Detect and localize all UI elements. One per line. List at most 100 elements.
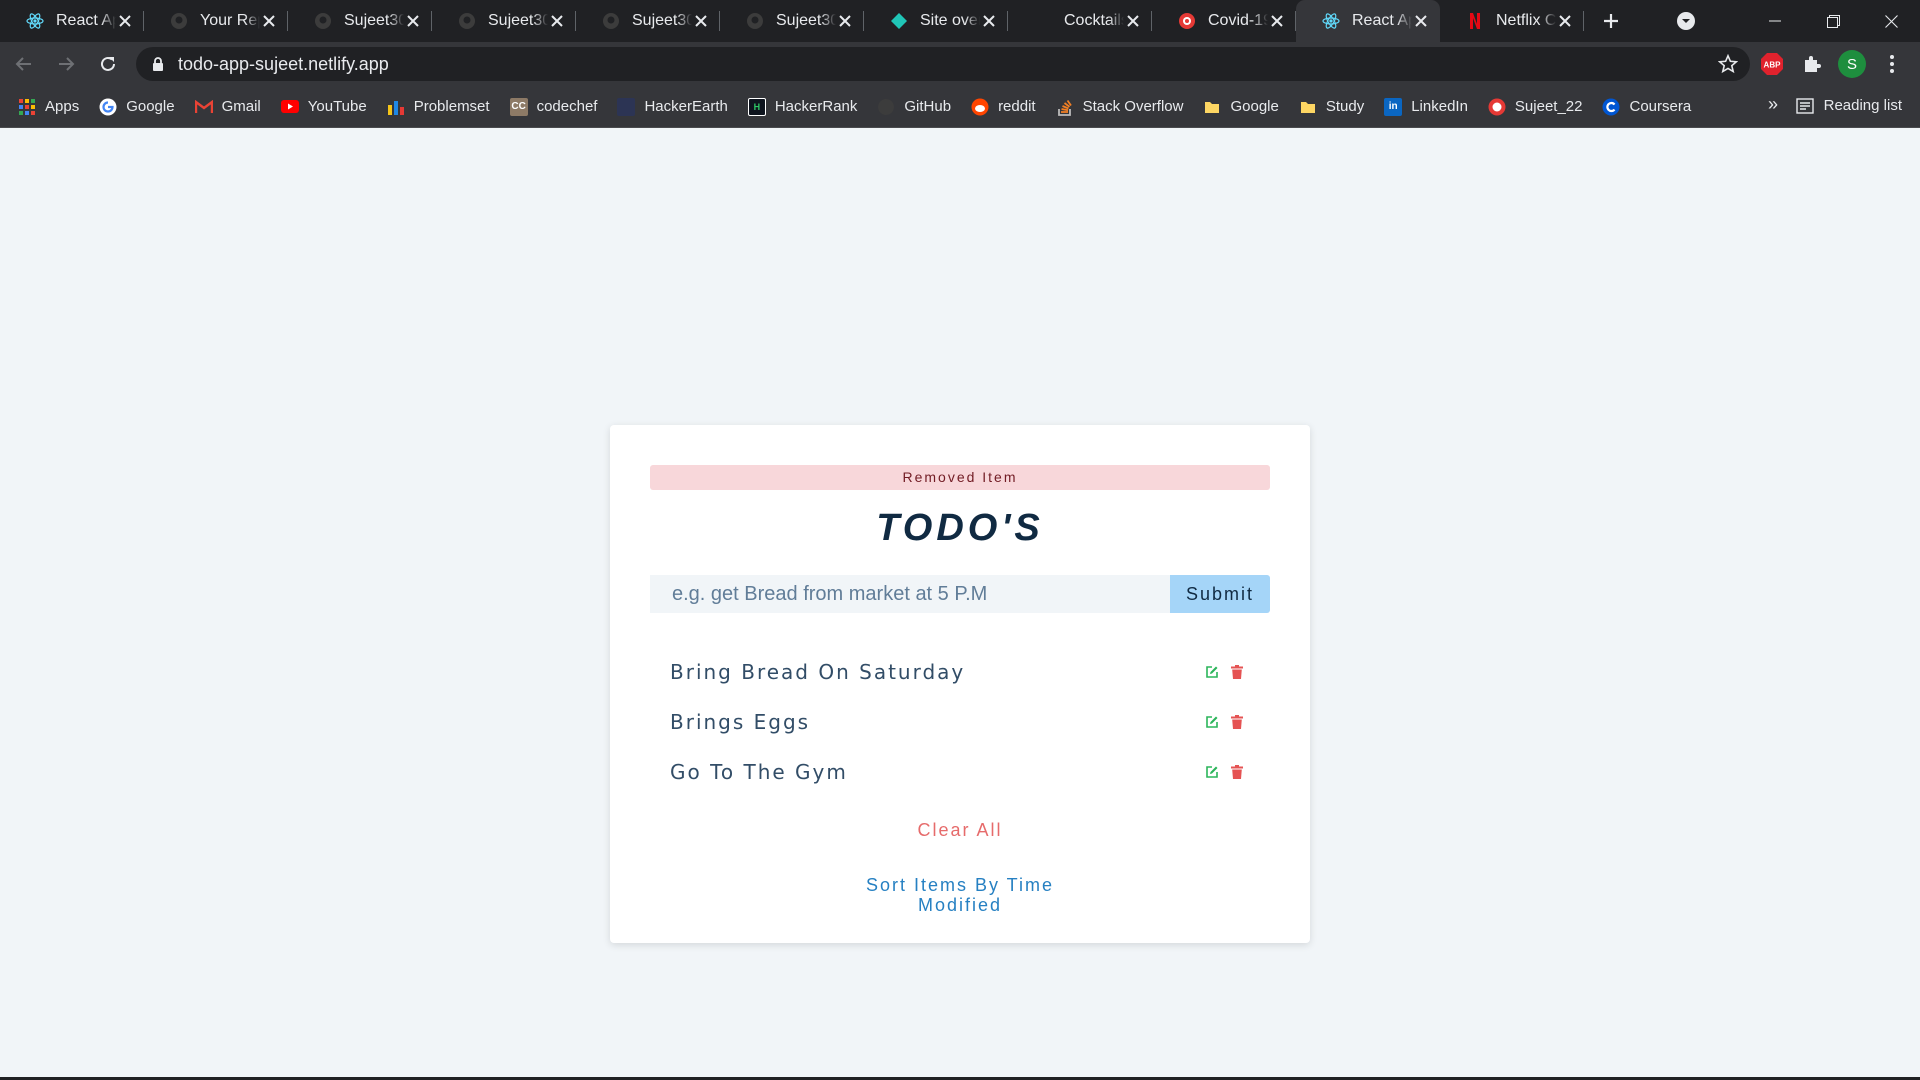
close-tab-icon[interactable] — [1412, 12, 1430, 30]
bookmarks-overflow-button[interactable]: » — [1768, 94, 1778, 115]
delete-trash-icon[interactable] — [1229, 764, 1245, 780]
todo-input[interactable] — [650, 575, 1170, 613]
close-tab-icon[interactable] — [116, 12, 134, 30]
close-tab-icon[interactable] — [1556, 12, 1574, 30]
reload-icon — [101, 56, 115, 71]
netlify-icon — [890, 12, 908, 30]
tab-sujeet-3[interactable]: Sujeet3091 — [576, 0, 720, 42]
netflix-icon — [1466, 12, 1484, 30]
close-icon — [1884, 14, 1898, 28]
todo-item-actions — [1195, 764, 1245, 780]
bookmark-gmail[interactable]: Gmail — [194, 98, 261, 116]
bookmark-hackerrank[interactable]: H HackerRank — [747, 97, 858, 116]
edit-icon[interactable] — [1204, 664, 1220, 680]
profile-avatar[interactable]: S — [1838, 50, 1866, 78]
close-tab-icon[interactable] — [404, 12, 422, 30]
restore-button[interactable] — [1804, 0, 1862, 42]
edit-icon[interactable] — [1204, 764, 1220, 780]
bookmark-codechef[interactable]: CC codechef — [509, 97, 598, 116]
react-icon — [26, 12, 44, 30]
close-tab-icon[interactable] — [692, 12, 710, 30]
reload-button[interactable] — [90, 46, 126, 82]
lock-icon[interactable] — [152, 56, 164, 72]
tab-sujeet-2[interactable]: Sujeet3091 — [432, 0, 576, 42]
bookmark-star-icon[interactable] — [1717, 53, 1739, 79]
github-icon — [602, 12, 620, 30]
close-tab-icon[interactable] — [836, 12, 854, 30]
tab-search-button[interactable] — [1666, 0, 1706, 42]
stackoverflow-icon — [1056, 98, 1074, 116]
tab-react-app[interactable]: React App — [0, 0, 144, 42]
tab-your-repositories[interactable]: Your Repositories — [144, 0, 288, 42]
tab-cocktails[interactable]: Cocktails — [1008, 0, 1152, 42]
bookmark-coursera[interactable]: Coursera — [1602, 98, 1691, 116]
bookmark-github[interactable]: GitHub — [877, 98, 951, 116]
bookmark-stack-overflow[interactable]: Stack Overflow — [1056, 98, 1183, 116]
tab-react-app-active[interactable]: React App — [1296, 0, 1440, 42]
bookmark-youtube[interactable]: YouTube — [280, 98, 367, 116]
bookmark-label: Gmail — [221, 98, 261, 115]
page-title: TODO'S — [876, 507, 1044, 549]
linkedin-icon: in — [1384, 97, 1403, 116]
delete-trash-icon[interactable] — [1229, 664, 1245, 680]
extensions-icon[interactable] — [1798, 50, 1826, 78]
reddit-icon — [971, 98, 989, 116]
reading-list-button[interactable]: Reading list — [1795, 97, 1902, 114]
bookmark-google[interactable]: Google — [99, 98, 175, 116]
bookmark-folder-study[interactable]: Study — [1299, 98, 1364, 116]
close-tab-icon[interactable] — [980, 12, 998, 30]
codeforces-icon — [387, 98, 405, 116]
tab-sujeet-4[interactable]: Sujeet3091 — [720, 0, 864, 42]
blank-page-icon — [1034, 12, 1052, 30]
close-tab-icon[interactable] — [1268, 12, 1286, 30]
bookmark-label: LinkedIn — [1411, 98, 1468, 115]
github-icon — [170, 12, 188, 30]
tab-netflix-clone[interactable]: Netflix Clone — [1440, 0, 1584, 42]
coursera-icon — [1602, 98, 1620, 116]
forward-button[interactable] — [48, 46, 84, 82]
close-tab-icon[interactable] — [548, 12, 566, 30]
tab-title: Covid-19 — [1208, 12, 1268, 29]
edit-icon[interactable] — [1204, 714, 1220, 730]
bookmark-label: Study — [1325, 98, 1365, 115]
close-tab-icon[interactable] — [260, 12, 278, 30]
tab-title: Site overview — [920, 12, 980, 29]
bookmark-label: codechef — [536, 98, 598, 115]
window-controls — [1666, 0, 1920, 42]
minimize-button[interactable] — [1746, 0, 1804, 42]
delete-trash-icon[interactable] — [1229, 714, 1245, 730]
url-text[interactable]: todo-app-sujeet.netlify.app — [178, 54, 389, 75]
bookmark-label: HackerRank — [774, 98, 858, 115]
sort-by-time-button[interactable]: Sort Items By Time Modified — [850, 875, 1070, 915]
hackerrank-icon: H — [747, 97, 766, 116]
close-window-button[interactable] — [1862, 0, 1920, 42]
menu-kebab-icon[interactable] — [1878, 50, 1906, 78]
address-bar[interactable]: todo-app-sujeet.netlify.app — [136, 47, 1750, 81]
tab-title: React App — [1352, 12, 1412, 29]
tab-covid-19[interactable]: Covid-19 — [1152, 0, 1296, 42]
bookmark-label: Sujeet_22 — [1514, 98, 1583, 115]
google-icon — [99, 98, 117, 116]
submit-button[interactable]: Submit — [1170, 575, 1270, 613]
abp-label: ABP — [1764, 61, 1782, 70]
back-button[interactable] — [6, 46, 42, 82]
bookmark-reddit[interactable]: reddit — [971, 98, 1036, 116]
arrow-left-icon — [15, 57, 31, 71]
bookmark-sujeet-22[interactable]: Sujeet_22 — [1488, 98, 1583, 116]
adblock-icon[interactable]: ABP — [1758, 50, 1786, 78]
bookmark-folder-google[interactable]: Google — [1203, 98, 1279, 116]
new-tab-button[interactable] — [1584, 0, 1638, 42]
bookmark-label: GitHub — [904, 98, 952, 115]
tab-sujeet-1[interactable]: Sujeet3091 — [288, 0, 432, 42]
react-icon — [1322, 12, 1340, 30]
tab-site-overview[interactable]: Site overview — [864, 0, 1008, 42]
github-icon — [877, 98, 895, 116]
close-tab-icon[interactable] — [1124, 12, 1142, 30]
bookmark-hackerearth[interactable]: HackerEarth — [617, 97, 728, 116]
github-icon — [458, 12, 476, 30]
clear-all-button[interactable]: Clear All — [610, 820, 1310, 841]
bookmark-linkedin[interactable]: in LinkedIn — [1384, 97, 1468, 116]
todo-card: Removed Item TODO'S Submit Bring Bread O… — [610, 425, 1310, 943]
bookmark-problemset[interactable]: Problemset — [387, 98, 490, 116]
bookmark-apps[interactable]: Apps — [18, 98, 79, 116]
